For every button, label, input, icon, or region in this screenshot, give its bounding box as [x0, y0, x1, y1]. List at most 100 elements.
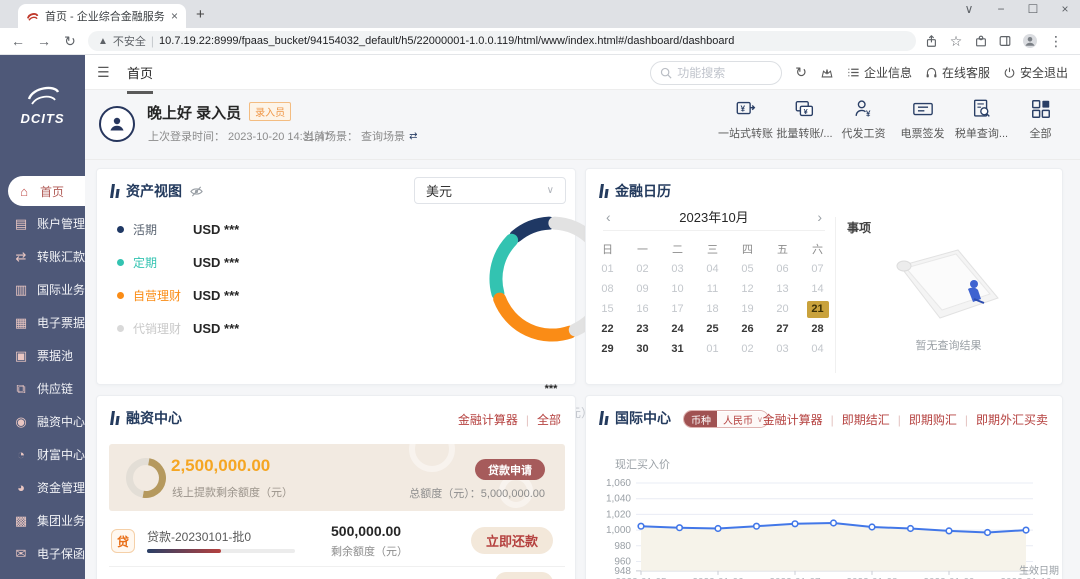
sidebar-item-bill-pool[interactable]: ▣票据池: [0, 339, 85, 372]
chrome-menu-icon[interactable]: ⋮: [1048, 33, 1064, 50]
reload-icon[interactable]: ↻: [62, 33, 78, 50]
calendar-day[interactable]: 31: [660, 339, 695, 359]
extensions-puzzle-icon[interactable]: [974, 34, 988, 48]
calendar-day[interactable]: 26: [730, 319, 765, 339]
sidebar-item-guarantee[interactable]: ✉电子保函: [0, 537, 85, 570]
sidebar-item-e-bill[interactable]: ▦电子票据: [0, 306, 85, 339]
bookmark-star-icon[interactable]: ☆: [948, 33, 964, 50]
quick-action-payroll[interactable]: ¥代发工资: [834, 98, 893, 141]
calendar-day[interactable]: 17: [660, 299, 695, 319]
legend-value: USD ***: [193, 255, 239, 270]
calendar-day[interactable]: 19: [730, 299, 765, 319]
calendar-day[interactable]: 02: [730, 339, 765, 359]
calendar-day[interactable]: 14: [800, 279, 835, 299]
link-1[interactable]: 全部: [537, 411, 561, 428]
calendar-day[interactable]: 13: [765, 279, 800, 299]
scene-switch-icon[interactable]: ⇄: [409, 131, 417, 142]
window-dropdown-icon[interactable]: ∨: [962, 2, 976, 16]
link-0[interactable]: 金融计算器: [763, 411, 823, 428]
calendar-day[interactable]: 15: [590, 299, 625, 319]
logout-link[interactable]: 安全退出: [1003, 64, 1068, 81]
calendar-day[interactable]: 09: [625, 279, 660, 299]
sidebar-item-funds[interactable]: ◕资金管理: [0, 471, 85, 504]
calendar-day-selected[interactable]: 21: [800, 299, 835, 319]
calendar-day[interactable]: 23: [625, 319, 660, 339]
forward-icon[interactable]: →: [36, 33, 52, 49]
calendar-day[interactable]: 12: [730, 279, 765, 299]
partial-next-row-button[interactable]: [495, 572, 553, 579]
calendar-day[interactable]: 30: [625, 339, 660, 359]
window-close-icon[interactable]: ×: [1058, 2, 1072, 16]
calendar-day[interactable]: 01: [590, 259, 625, 279]
loan-apply-button[interactable]: 贷款申请: [475, 459, 545, 480]
user-icon: [107, 114, 127, 134]
online-service-link[interactable]: 在线客服: [925, 64, 990, 81]
calendar-day[interactable]: 10: [660, 279, 695, 299]
quick-action-label: 代发工资: [842, 125, 886, 141]
sidebar-item-supply-chain[interactable]: ⧉供应链: [0, 372, 85, 405]
calendar-day[interactable]: 29: [590, 339, 625, 359]
enterprise-info-link[interactable]: 企业信息: [847, 64, 912, 81]
calendar-day[interactable]: 16: [625, 299, 660, 319]
calendar-day[interactable]: 02: [625, 259, 660, 279]
calendar-day[interactable]: 03: [660, 259, 695, 279]
link-2[interactable]: 即期购汇: [909, 411, 957, 428]
calendar-day[interactable]: 03: [765, 339, 800, 359]
calendar-day[interactable]: 25: [695, 319, 730, 339]
theme-skin-icon[interactable]: [820, 66, 834, 80]
quick-action-all-apps[interactable]: 全部: [1011, 98, 1070, 141]
sidebar-item-group[interactable]: ▩集团业务: [0, 504, 85, 537]
calendar-day[interactable]: 07: [800, 259, 835, 279]
calendar-day[interactable]: 24: [660, 319, 695, 339]
link-3[interactable]: 即期外汇买卖: [976, 411, 1048, 428]
tab-close-icon[interactable]: ×: [171, 9, 178, 23]
url-bar[interactable]: ▲ 不安全 | 10.7.19.22:8999/fpaas_bucket/941…: [88, 31, 916, 51]
eye-off-icon[interactable]: [189, 185, 204, 198]
sidebar-item-transfer[interactable]: ⇄转账汇款: [0, 240, 85, 273]
collapse-menu-icon[interactable]: ☰: [97, 64, 110, 81]
window-maximize-icon[interactable]: ☐: [1026, 2, 1040, 16]
quick-action-one-stop-transfer[interactable]: ¥一站式转账: [716, 98, 775, 141]
function-search[interactable]: [650, 61, 782, 85]
calendar-day[interactable]: 08: [590, 279, 625, 299]
browser-toolbar: ← → ↻ ▲ 不安全 | 10.7.19.22:8999/fpaas_buck…: [0, 28, 1080, 55]
sidebar-item-wealth[interactable]: ◔财富中心: [0, 438, 85, 471]
link-0[interactable]: 金融计算器: [458, 411, 518, 428]
calendar-day[interactable]: 04: [800, 339, 835, 359]
profile-avatar-icon[interactable]: [1022, 33, 1038, 49]
share-icon[interactable]: [924, 34, 938, 48]
calendar-day[interactable]: 20: [765, 299, 800, 319]
search-input[interactable]: [677, 66, 767, 80]
quick-action-e-draft-issue[interactable]: 电票签发: [893, 98, 952, 141]
calendar-day[interactable]: 28: [800, 319, 835, 339]
legend-label: 代销理财: [133, 320, 191, 337]
currency-select[interactable]: 美元 ∨: [414, 177, 566, 204]
back-icon[interactable]: ←: [10, 33, 26, 49]
link-1[interactable]: 即期结汇: [842, 411, 890, 428]
calendar-day[interactable]: 06: [765, 259, 800, 279]
calendar-day[interactable]: 27: [765, 319, 800, 339]
refresh-icon[interactable]: ↻: [795, 64, 807, 81]
calendar-next-icon[interactable]: ›: [814, 209, 825, 225]
calendar-day[interactable]: 11: [695, 279, 730, 299]
quick-action-batch-transfer[interactable]: ¥批量转账/...: [775, 98, 834, 141]
calendar-prev-icon[interactable]: ‹: [603, 209, 614, 225]
calendar-day[interactable]: 04: [695, 259, 730, 279]
sidebar-item-international[interactable]: ▥国际业务: [0, 273, 85, 306]
sidebar-item-home[interactable]: ⌂首页: [8, 176, 85, 206]
calendar-day[interactable]: 05: [730, 259, 765, 279]
calendar-day[interactable]: 18: [695, 299, 730, 319]
currency-type-tag[interactable]: 币种 人民币∨: [683, 410, 769, 428]
sidebar-menu: ⌂首页▤账户管理⇄转账汇款▥国际业务▦电子票据▣票据池⧉供应链◉融资中心◔财富中…: [0, 174, 85, 570]
side-panel-icon[interactable]: [998, 34, 1012, 48]
calendar-day[interactable]: 22: [590, 319, 625, 339]
window-minimize-icon[interactable]: −: [994, 2, 1008, 16]
quick-action-tax-query[interactable]: 税单查询...: [952, 98, 1011, 141]
sidebar-item-account[interactable]: ▤账户管理: [0, 207, 85, 240]
selected-day[interactable]: 21: [807, 301, 829, 318]
calendar-day[interactable]: 01: [695, 339, 730, 359]
sidebar-item-financing[interactable]: ◉融资中心: [0, 405, 85, 438]
new-tab-button[interactable]: +: [196, 6, 205, 23]
repay-now-button[interactable]: 立即还款: [471, 527, 553, 554]
browser-tab[interactable]: 首页 - 企业综合金融服务平台 ×: [18, 4, 186, 28]
